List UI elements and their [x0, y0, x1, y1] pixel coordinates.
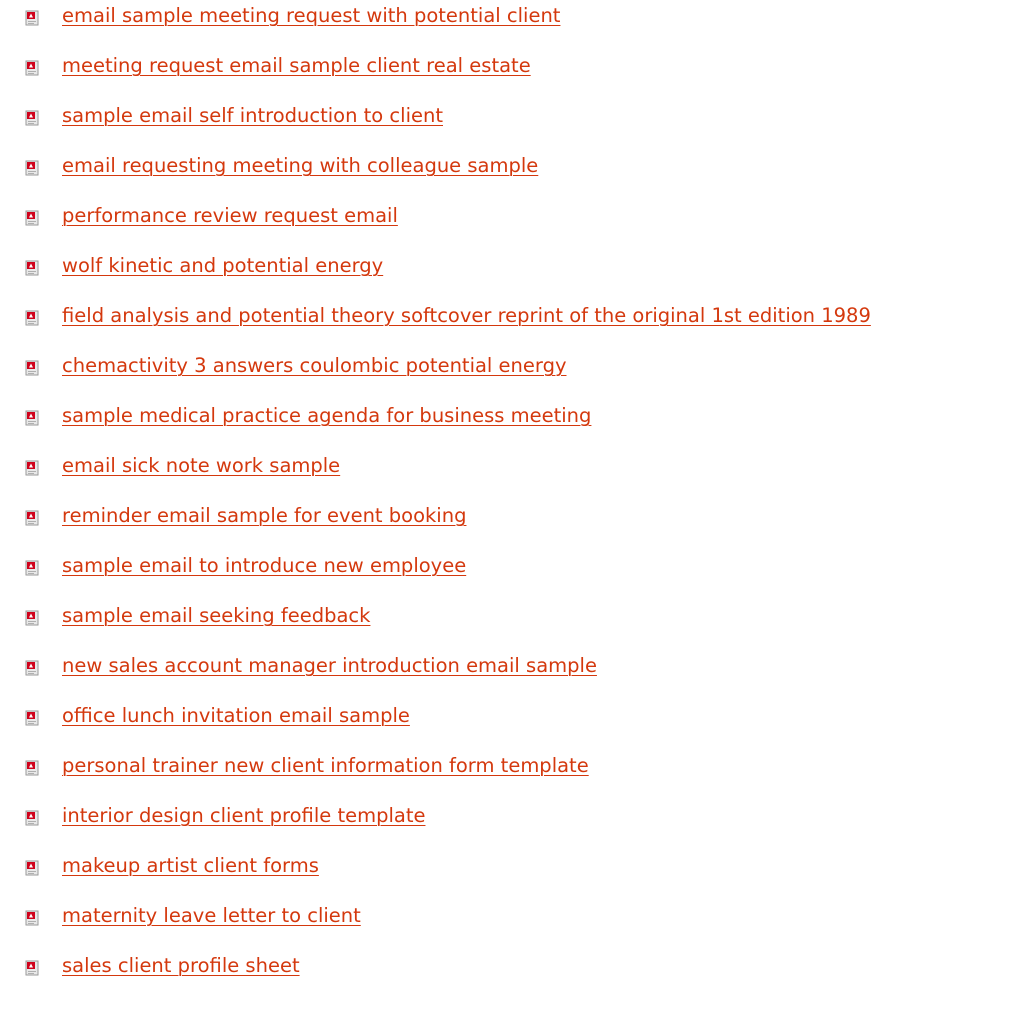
pdf-file-icon: [25, 360, 39, 376]
pdf-link[interactable]: sample email to introduce new employee: [62, 552, 466, 580]
pdf-link[interactable]: email requesting meeting with colleague …: [62, 152, 538, 180]
pdf-link[interactable]: performance review request email: [62, 202, 398, 230]
list-item: interior design client profile template: [0, 800, 1033, 850]
pdf-file-icon: [25, 110, 39, 126]
list-item: sample email to introduce new employee: [0, 550, 1033, 600]
pdf-file-icon: [25, 460, 39, 476]
list-item: email sick note work sample: [0, 450, 1033, 500]
pdf-file-icon: [25, 910, 39, 926]
pdf-file-icon: [25, 610, 39, 626]
pdf-link[interactable]: sample email seeking feedback: [62, 602, 370, 630]
list-item: field analysis and potential theory soft…: [0, 300, 1033, 350]
pdf-file-icon: [25, 960, 39, 976]
list-item: email sample meeting request with potent…: [0, 0, 1033, 50]
pdf-link[interactable]: interior design client profile template: [62, 802, 425, 830]
pdf-file-icon: [25, 10, 39, 26]
pdf-link[interactable]: new sales account manager introduction e…: [62, 652, 597, 680]
pdf-link[interactable]: office lunch invitation email sample: [62, 702, 410, 730]
pdf-link[interactable]: maternity leave letter to client: [62, 902, 361, 930]
pdf-link[interactable]: email sick note work sample: [62, 452, 340, 480]
list-item: performance review request email: [0, 200, 1033, 250]
list-item: makeup artist client forms: [0, 850, 1033, 900]
pdf-link[interactable]: email sample meeting request with potent…: [62, 2, 560, 30]
list-item: maternity leave letter to client: [0, 900, 1033, 950]
pdf-file-icon: [25, 660, 39, 676]
pdf-link[interactable]: makeup artist client forms: [62, 852, 319, 880]
pdf-file-icon: [25, 160, 39, 176]
pdf-file-icon: [25, 60, 39, 76]
pdf-file-icon: [25, 210, 39, 226]
list-item: personal trainer new client information …: [0, 750, 1033, 800]
pdf-link[interactable]: wolf kinetic and potential energy: [62, 252, 383, 280]
list-item: meeting request email sample client real…: [0, 50, 1033, 100]
list-item: office lunch invitation email sample: [0, 700, 1033, 750]
list-item: sample medical practice agenda for busin…: [0, 400, 1033, 450]
list-item: email requesting meeting with colleague …: [0, 150, 1033, 200]
list-item: sample email self introduction to client: [0, 100, 1033, 150]
pdf-link[interactable]: chemactivity 3 answers coulombic potenti…: [62, 352, 567, 380]
pdf-link[interactable]: meeting request email sample client real…: [62, 52, 531, 80]
pdf-link[interactable]: sample email self introduction to client: [62, 102, 443, 130]
pdf-file-icon: [25, 410, 39, 426]
list-item: new sales account manager introduction e…: [0, 650, 1033, 700]
pdf-link-list: email sample meeting request with potent…: [0, 0, 1033, 1000]
pdf-file-icon: [25, 560, 39, 576]
pdf-link[interactable]: sample medical practice agenda for busin…: [62, 402, 591, 430]
list-item: chemactivity 3 answers coulombic potenti…: [0, 350, 1033, 400]
pdf-file-icon: [25, 510, 39, 526]
list-item: reminder email sample for event booking: [0, 500, 1033, 550]
list-item: sales client profile sheet: [0, 950, 1033, 1000]
pdf-file-icon: [25, 310, 39, 326]
pdf-file-icon: [25, 860, 39, 876]
list-item: sample email seeking feedback: [0, 600, 1033, 650]
pdf-file-icon: [25, 260, 39, 276]
list-item: wolf kinetic and potential energy: [0, 250, 1033, 300]
pdf-link[interactable]: personal trainer new client information …: [62, 752, 589, 780]
pdf-file-icon: [25, 810, 39, 826]
pdf-link[interactable]: reminder email sample for event booking: [62, 502, 466, 530]
pdf-link[interactable]: sales client profile sheet: [62, 952, 300, 980]
pdf-file-icon: [25, 710, 39, 726]
pdf-link[interactable]: field analysis and potential theory soft…: [62, 302, 871, 330]
pdf-file-icon: [25, 760, 39, 776]
